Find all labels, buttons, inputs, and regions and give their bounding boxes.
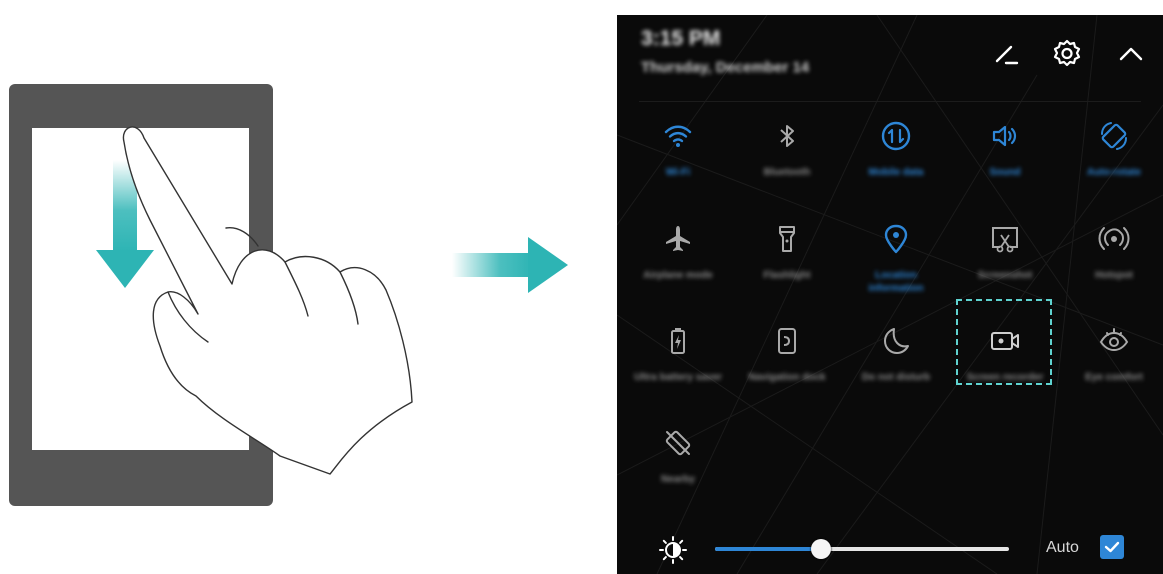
arrow-right-icon (528, 237, 568, 293)
tablet-screen (32, 128, 249, 450)
brightness-slider-thumb[interactable] (811, 539, 831, 559)
auto-brightness-label: Auto (1046, 539, 1079, 556)
status-date: Thursday, December 14 (641, 59, 810, 76)
hotspot-icon (1098, 227, 1130, 250)
collapse-chevron-up-icon[interactable] (1114, 37, 1148, 71)
nearby-icon (665, 430, 691, 456)
tile-flashlight[interactable]: Flashlight (739, 223, 835, 319)
tile-label: Auto-rotate (1087, 167, 1141, 178)
bluetooth-icon (780, 125, 794, 147)
edit-icon[interactable] (989, 37, 1023, 71)
tile-label: Mobile data (868, 167, 924, 178)
airplane-icon (666, 226, 690, 251)
tile-label: Flashlight (763, 270, 811, 281)
wifi-icon (664, 125, 692, 147)
brightness-slider-fill (715, 547, 821, 551)
tile-label: Nearby (661, 474, 695, 485)
status-time: 3:15 PM (641, 27, 721, 50)
hand-icon (122, 126, 413, 475)
tile-hotspot[interactable]: Hotspot (1066, 223, 1162, 319)
tile-sound[interactable]: Sound (957, 120, 1053, 216)
tile-bluetooth[interactable]: Bluetooth (739, 120, 835, 216)
tile-label: Eye comfort (1085, 372, 1143, 383)
checkmark-icon (1104, 541, 1120, 553)
navigation-dock-icon (778, 328, 796, 354)
tile-label: Do not disturb (861, 372, 931, 383)
tile-label: Wi-Fi (665, 167, 691, 178)
settings-gear-icon[interactable] (1050, 37, 1084, 71)
swipe-down-arrow-icon (96, 250, 154, 288)
tile-do-not-disturb[interactable]: Do not disturb (848, 325, 944, 421)
tile-label: Location information (868, 270, 924, 294)
tile-label: Airplane mode (643, 270, 713, 281)
tile-ultra-battery[interactable]: Ultra battery saver (630, 325, 726, 421)
mobile-data-icon (881, 121, 911, 151)
tile-label: Ultra battery saver (634, 372, 722, 383)
tile-location[interactable]: Location information (848, 223, 944, 319)
eye-icon (1099, 328, 1129, 352)
tile-eye-comfort[interactable]: Eye comfort (1066, 325, 1162, 421)
sound-icon (992, 125, 1017, 147)
screen-recorder-highlight (956, 299, 1052, 385)
flashlight-icon (779, 226, 795, 252)
brightness-slider[interactable] (715, 539, 1009, 559)
tile-label: Sound (989, 167, 1021, 178)
tile-nearby[interactable]: Nearby (630, 427, 726, 523)
auto-rotate-icon (1101, 122, 1127, 150)
tile-label: Bluetooth (763, 167, 811, 178)
tile-auto-rotate[interactable]: Auto-rotate (1066, 120, 1162, 216)
tile-label: Hotspot (1095, 270, 1133, 281)
tile-airplane-mode[interactable]: Airplane mode (630, 223, 726, 319)
notification-panel: 3:15 PM Thursday, December 14 Wi-Fi Blue… (617, 15, 1163, 574)
tile-mobile-data[interactable]: Mobile data (848, 120, 944, 216)
header-divider (639, 101, 1141, 102)
screenshot-icon (992, 227, 1018, 253)
tile-wifi[interactable]: Wi-Fi (630, 120, 726, 216)
tile-label: Screenshot (977, 270, 1033, 281)
moon-icon (884, 328, 909, 354)
tile-label: Navigation dock (748, 372, 826, 383)
tile-navigation-dock[interactable]: Navigation dock (739, 325, 835, 421)
tablet-frame (9, 84, 273, 506)
brightness-icon (659, 536, 687, 564)
auto-brightness-checkbox[interactable] (1100, 535, 1124, 559)
battery-icon (671, 328, 685, 354)
location-icon (884, 224, 908, 254)
